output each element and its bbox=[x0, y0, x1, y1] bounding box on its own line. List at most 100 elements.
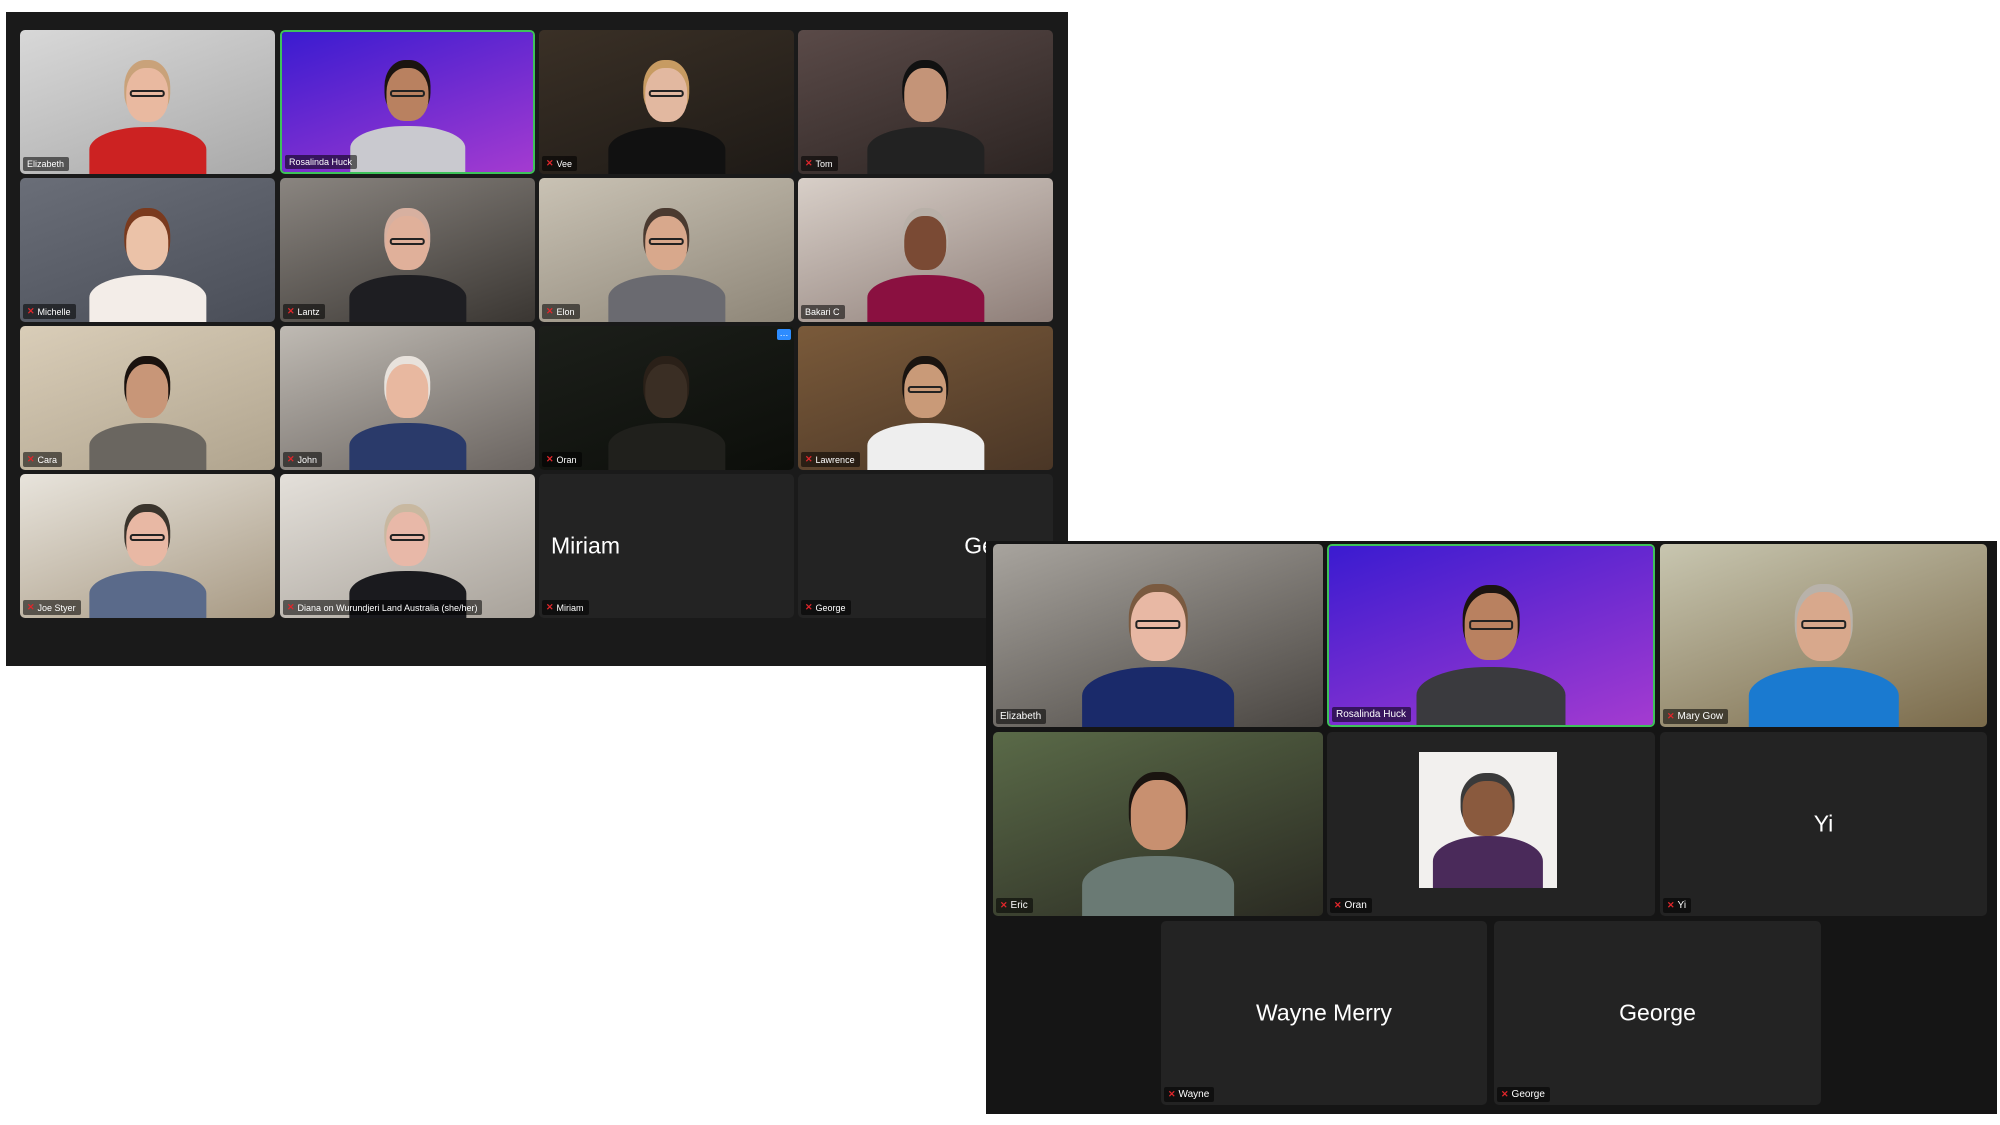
participant-tile[interactable]: George✕George bbox=[1494, 921, 1821, 1105]
participant-tile[interactable]: ✕ Joe Styer bbox=[20, 474, 275, 618]
participant-tile[interactable]: ✕ Cara bbox=[20, 326, 275, 470]
participant-tile[interactable]: Wayne Merry ✕ Wayne bbox=[1161, 921, 1487, 1105]
participant-tile[interactable]: Rosalinda Huck bbox=[280, 30, 535, 174]
participant-name: John bbox=[297, 454, 318, 465]
participant-name-label: ✕ Vee bbox=[542, 156, 578, 171]
participant-name: Bakari C bbox=[805, 307, 840, 317]
participant-tile[interactable]: … ✕ Oran bbox=[539, 326, 794, 470]
muted-mic-icon: ✕ bbox=[287, 454, 295, 464]
participant-display-name: Wayne Merry bbox=[1256, 999, 1392, 1026]
participant-name-label: ✕ Michelle bbox=[23, 304, 76, 319]
muted-mic-icon: ✕ bbox=[287, 602, 295, 612]
participant-name-label: Rosalinda Huck bbox=[1332, 707, 1412, 722]
participant-name-label: ✕ Elon bbox=[542, 304, 580, 319]
participant-name: Rosalinda Huck bbox=[289, 157, 353, 167]
participant-name: Elizabeth bbox=[27, 159, 65, 169]
participant-tile[interactable]: ✕ Oran bbox=[1327, 732, 1655, 916]
participant-name: George bbox=[815, 602, 846, 613]
participant-video bbox=[88, 494, 207, 618]
participant-name-label: ✕ Oran bbox=[542, 452, 582, 467]
muted-mic-icon: ✕ bbox=[287, 306, 295, 316]
participant-tile[interactable]: Bakari C bbox=[798, 178, 1053, 322]
participant-tile[interactable]: Elizabeth bbox=[993, 544, 1323, 727]
participant-video bbox=[1082, 758, 1234, 916]
muted-mic-icon: ✕ bbox=[805, 454, 813, 464]
muted-mic-icon: ✕ bbox=[1000, 900, 1008, 910]
participant-video bbox=[88, 198, 207, 322]
participant-video bbox=[607, 50, 726, 174]
participant-tile[interactable]: Rosalinda Huck bbox=[1327, 544, 1655, 727]
participant-name-label: ✕ George bbox=[1497, 1087, 1550, 1102]
muted-mic-icon: ✕ bbox=[1667, 711, 1675, 721]
participant-name-label: ✕ Cara bbox=[23, 452, 63, 467]
participant-video bbox=[88, 50, 207, 174]
participant-name: Vee bbox=[556, 158, 573, 169]
participant-name-label: ✕ Mary Gow bbox=[1663, 709, 1729, 724]
muted-mic-icon: ✕ bbox=[27, 306, 35, 316]
muted-mic-icon: ✕ bbox=[546, 306, 554, 316]
participant-video bbox=[348, 346, 467, 470]
participant-name-label: ✕ John bbox=[283, 452, 323, 467]
participant-name: Elizabeth bbox=[1000, 711, 1042, 722]
participant-tile[interactable]: ✕ Elon bbox=[539, 178, 794, 322]
participant-video bbox=[348, 198, 467, 322]
participant-tile[interactable]: ✕ Vee bbox=[539, 30, 794, 174]
participant-tile[interactable]: ✕ Diana on Wurundjeri Land Australia (she… bbox=[280, 474, 535, 618]
participant-tile[interactable]: ✕ Mary Gow bbox=[1660, 544, 1987, 727]
muted-mic-icon: ✕ bbox=[546, 602, 554, 612]
participant-video bbox=[866, 346, 985, 470]
participant-tile[interactable]: ✕ John bbox=[280, 326, 535, 470]
participant-tile[interactable]: ✕ Tom bbox=[798, 30, 1053, 174]
participant-name: Oran bbox=[556, 454, 577, 465]
participant-name: Yi bbox=[1677, 900, 1687, 911]
participant-video bbox=[866, 198, 985, 322]
participant-video bbox=[1748, 570, 1899, 727]
muted-mic-icon: ✕ bbox=[1501, 1089, 1509, 1099]
participant-display-name: George bbox=[1619, 999, 1696, 1026]
participant-video bbox=[1082, 570, 1234, 727]
participant-tile[interactable]: Yi ✕ Yi bbox=[1660, 732, 1987, 916]
participant-video bbox=[1416, 571, 1566, 725]
zoom-gallery-view-2: Elizabeth Rosalinda Huck ✕ Mary Gow ✕ Eric… bbox=[986, 541, 1997, 1114]
participant-name-label: ✕ George bbox=[801, 600, 851, 615]
participant-video bbox=[866, 50, 985, 174]
participant-tile[interactable]: Elizabeth bbox=[20, 30, 275, 174]
participant-tile[interactable]: ✕ Lawrence bbox=[798, 326, 1053, 470]
participant-name-label: ✕ Lawrence bbox=[801, 452, 860, 467]
participant-name-label: Elizabeth bbox=[23, 157, 70, 171]
participant-tile[interactable]: ✕ Lantz bbox=[280, 178, 535, 322]
participant-name: George bbox=[1511, 1089, 1545, 1100]
participant-name-label: ✕ Yi bbox=[1663, 898, 1692, 913]
participant-tile[interactable]: ✕ Michelle bbox=[20, 178, 275, 322]
zoom-gallery-view-1: Elizabeth Rosalinda Huck ✕ Vee ✕ Tom ✕ Mich… bbox=[6, 12, 1068, 666]
participant-name: Cara bbox=[37, 454, 58, 465]
more-options-icon[interactable]: … bbox=[777, 329, 791, 340]
muted-mic-icon: ✕ bbox=[1168, 1089, 1176, 1099]
participant-name: Mary Gow bbox=[1677, 711, 1724, 722]
participant-name: Eric bbox=[1010, 900, 1028, 911]
participant-tile[interactable]: Miriam ✕ Miriam bbox=[539, 474, 794, 618]
participant-name: Wayne bbox=[1178, 1089, 1210, 1100]
participant-name-label: ✕ Eric bbox=[996, 898, 1033, 913]
participant-name: Oran bbox=[1344, 900, 1367, 911]
participant-name: Lawrence bbox=[815, 454, 855, 465]
participant-name-label: Rosalinda Huck bbox=[285, 155, 358, 169]
participant-name: Lantz bbox=[297, 306, 320, 317]
participant-video bbox=[88, 346, 207, 470]
participant-video bbox=[349, 52, 466, 172]
participant-name-label: ✕ Tom bbox=[801, 156, 838, 171]
participant-tile[interactable]: ✕ Eric bbox=[993, 732, 1323, 916]
participant-name: Elon bbox=[556, 306, 575, 317]
participant-name-label: ✕ Oran bbox=[1330, 898, 1372, 913]
participant-name: Miriam bbox=[556, 602, 584, 613]
participant-video bbox=[607, 198, 726, 322]
participant-name: Tom bbox=[815, 158, 833, 169]
muted-mic-icon: ✕ bbox=[546, 454, 554, 464]
participant-display-name: Yi bbox=[1813, 810, 1834, 837]
muted-mic-icon: ✕ bbox=[805, 158, 813, 168]
participant-video bbox=[607, 346, 726, 470]
participant-name-label: ✕ Joe Styer bbox=[23, 600, 81, 615]
muted-mic-icon: ✕ bbox=[805, 602, 813, 612]
participant-name-label: Bakari C bbox=[801, 305, 845, 319]
participant-name-label: ✕ Lantz bbox=[283, 304, 325, 319]
